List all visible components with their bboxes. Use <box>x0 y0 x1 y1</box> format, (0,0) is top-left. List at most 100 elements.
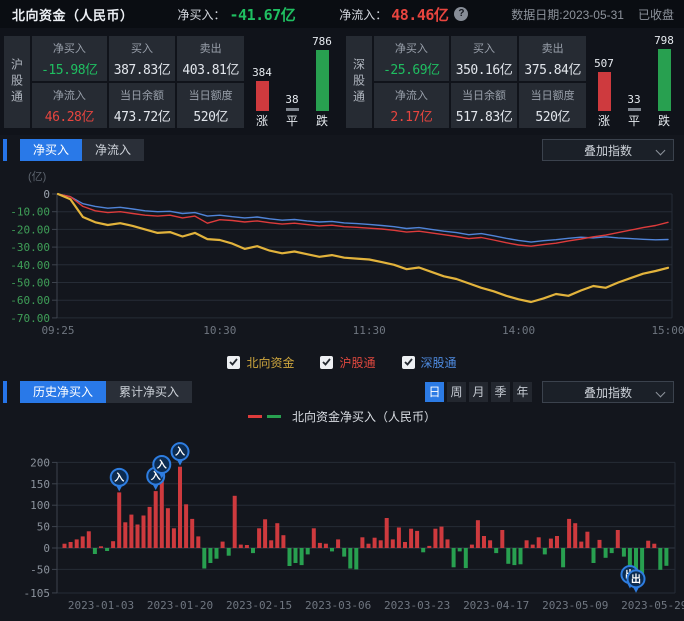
sh-advance-decline: 384涨 38平 786跌 <box>246 36 338 128</box>
sh-connect-cells: 净买入-15.98亿 买入387.83亿 卖出403.81亿 净流入46.28亿… <box>32 36 244 128</box>
page-title: 北向资金（人民币） <box>12 5 134 24</box>
history-section-header: 历史净买入 累计净买入 日 周 月 季 年 叠加指数 <box>0 377 684 407</box>
legend-toggle-north[interactable]: 北向资金 <box>227 354 294 371</box>
sz-connect-block: 深股通 净买入-25.69亿 买入350.16亿 卖出375.84亿 净流入2.… <box>346 36 680 128</box>
stat-tile: 净流入2.17亿 <box>374 83 449 128</box>
svg-text:15:00: 15:00 <box>651 324 684 337</box>
legend-toggle-sh[interactable]: 沪股通 <box>320 354 375 371</box>
svg-text:14:00: 14:00 <box>502 324 535 337</box>
down-bar <box>316 50 329 111</box>
svg-text:2023-01-20: 2023-01-20 <box>147 599 213 612</box>
svg-text:-105: -105 <box>24 587 51 600</box>
svg-text:入: 入 <box>157 459 167 471</box>
net-inflow-label: 净流入： <box>339 6 387 23</box>
net-buy-label: 净买入： <box>178 6 226 23</box>
svg-text:2023-02-15: 2023-02-15 <box>226 599 292 612</box>
sh-connect-label: 沪股通 <box>4 36 30 128</box>
svg-text:-60.00: -60.00 <box>10 294 50 307</box>
tab-history-net-buy[interactable]: 历史净买入 <box>20 381 106 403</box>
down-column: 786跌 <box>310 35 334 128</box>
chevron-down-icon <box>656 146 666 156</box>
stat-tile: 净买入-15.98亿 <box>32 36 107 81</box>
connect-stats: 沪股通 净买入-15.98亿 买入387.83亿 卖出403.81亿 净流入46… <box>0 28 684 135</box>
checkbox-checked-icon <box>402 356 415 369</box>
net-buy-value: -41.67亿 <box>230 4 296 25</box>
period-day-button[interactable]: 日 <box>425 382 444 402</box>
checkbox-checked-icon <box>320 356 333 369</box>
net-inflow-value: 48.46亿 <box>391 4 448 25</box>
data-date: 数据日期:2023-05-31 <box>511 6 624 23</box>
svg-text:入: 入 <box>175 446 185 458</box>
chevron-down-icon <box>656 388 666 398</box>
period-quarter-button[interactable]: 季 <box>491 382 510 402</box>
svg-text:入: 入 <box>114 472 124 484</box>
down-column: 798跌 <box>652 34 676 128</box>
svg-text:出: 出 <box>631 572 641 585</box>
help-icon[interactable]: ? <box>454 7 468 21</box>
flat-bar <box>286 108 299 111</box>
section-accent <box>3 381 7 403</box>
svg-text:2023-04-17: 2023-04-17 <box>463 599 529 612</box>
svg-text:2023-01-03: 2023-01-03 <box>68 599 134 612</box>
sz-connect-cells: 净买入-25.69亿 买入350.16亿 卖出375.84亿 净流入2.17亿 … <box>374 36 586 128</box>
svg-text:2023-05-29: 2023-05-29 <box>621 599 684 612</box>
svg-text:-50.00: -50.00 <box>10 277 50 290</box>
stat-tile: 卖出375.84亿 <box>519 36 586 81</box>
history-bar-chart: 200 150 100 50 0 -50 -105 2023-01-03 2023-01-20 2… <box>0 426 684 621</box>
intraday-section-header: 净买入 净流入 叠加指数 <box>0 135 684 165</box>
svg-text:50: 50 <box>37 521 50 534</box>
flat-column: 38平 <box>280 93 304 128</box>
svg-text:-50: -50 <box>30 563 50 576</box>
stat-tile: 净流入46.28亿 <box>32 83 107 128</box>
svg-text:09:25: 09:25 <box>41 324 74 337</box>
period-year-button[interactable]: 年 <box>513 382 532 402</box>
sh-connect-block: 沪股通 净买入-15.98亿 买入387.83亿 卖出403.81亿 净流入46… <box>4 36 338 128</box>
period-week-button[interactable]: 周 <box>447 382 466 402</box>
stat-tile: 买入350.16亿 <box>451 36 518 81</box>
tab-cumulative-net-buy[interactable]: 累计净买入 <box>106 381 192 403</box>
checkbox-checked-icon <box>227 356 240 369</box>
stat-tile: 净买入-25.69亿 <box>374 36 449 81</box>
svg-text:0: 0 <box>43 188 50 201</box>
overlay-index-dropdown[interactable]: 叠加指数 <box>542 381 674 403</box>
intraday-legend: 北向资金 沪股通 深股通 <box>0 352 684 372</box>
svg-text:11:30: 11:30 <box>353 324 386 337</box>
up-column: 507涨 <box>592 57 616 128</box>
flat-bar <box>628 108 641 111</box>
svg-text:0: 0 <box>43 542 50 555</box>
sz-advance-decline: 507涨 33平 798跌 <box>588 36 680 128</box>
sz-connect-label: 深股通 <box>346 36 372 128</box>
history-legend: 北向资金净买入（人民币） <box>0 407 684 425</box>
svg-text:200: 200 <box>30 456 50 469</box>
svg-text:2023-03-23: 2023-03-23 <box>384 599 450 612</box>
stat-tile: 当日额度520亿 <box>519 83 586 128</box>
section-accent <box>3 139 7 161</box>
svg-text:-20.00: -20.00 <box>10 223 50 236</box>
svg-text:10:30: 10:30 <box>203 324 236 337</box>
period-switcher: 日 周 月 季 年 <box>425 382 532 402</box>
market-status: 已收盘 <box>638 6 674 23</box>
northbound-funds-panel: 北向资金（人民币） 净买入： -41.67亿 净流入： 48.46亿 ? 数据日… <box>0 0 684 621</box>
stat-tile: 当日余额517.83亿 <box>451 83 518 128</box>
tab-net-inflow[interactable]: 净流入 <box>82 139 144 161</box>
svg-text:150: 150 <box>30 478 50 491</box>
history-legend-label: 北向资金净买入（人民币） <box>292 408 436 425</box>
svg-text:-40.00: -40.00 <box>10 259 50 272</box>
svg-text:-10.00: -10.00 <box>10 206 50 219</box>
stat-tile: 当日余额473.72亿 <box>109 83 176 128</box>
flat-column: 33平 <box>622 93 646 128</box>
overlay-index-dropdown[interactable]: 叠加指数 <box>542 139 674 161</box>
down-bar <box>658 49 671 111</box>
up-bar <box>256 81 269 111</box>
intraday-line-chart: 0-10.00-20.00-30.00-40.00-50.00-60.00-70… <box>0 163 684 353</box>
stat-tile: 买入387.83亿 <box>109 36 176 81</box>
stat-tile: 卖出403.81亿 <box>177 36 244 81</box>
period-month-button[interactable]: 月 <box>469 382 488 402</box>
svg-text:2023-05-09: 2023-05-09 <box>542 599 608 612</box>
legend-toggle-sz[interactable]: 深股通 <box>402 354 457 371</box>
svg-text:100: 100 <box>30 499 50 512</box>
red-dash-icon <box>248 415 262 418</box>
tab-net-buy[interactable]: 净买入 <box>20 139 82 161</box>
green-dash-icon <box>267 415 281 418</box>
stat-tile: 当日额度520亿 <box>177 83 244 128</box>
